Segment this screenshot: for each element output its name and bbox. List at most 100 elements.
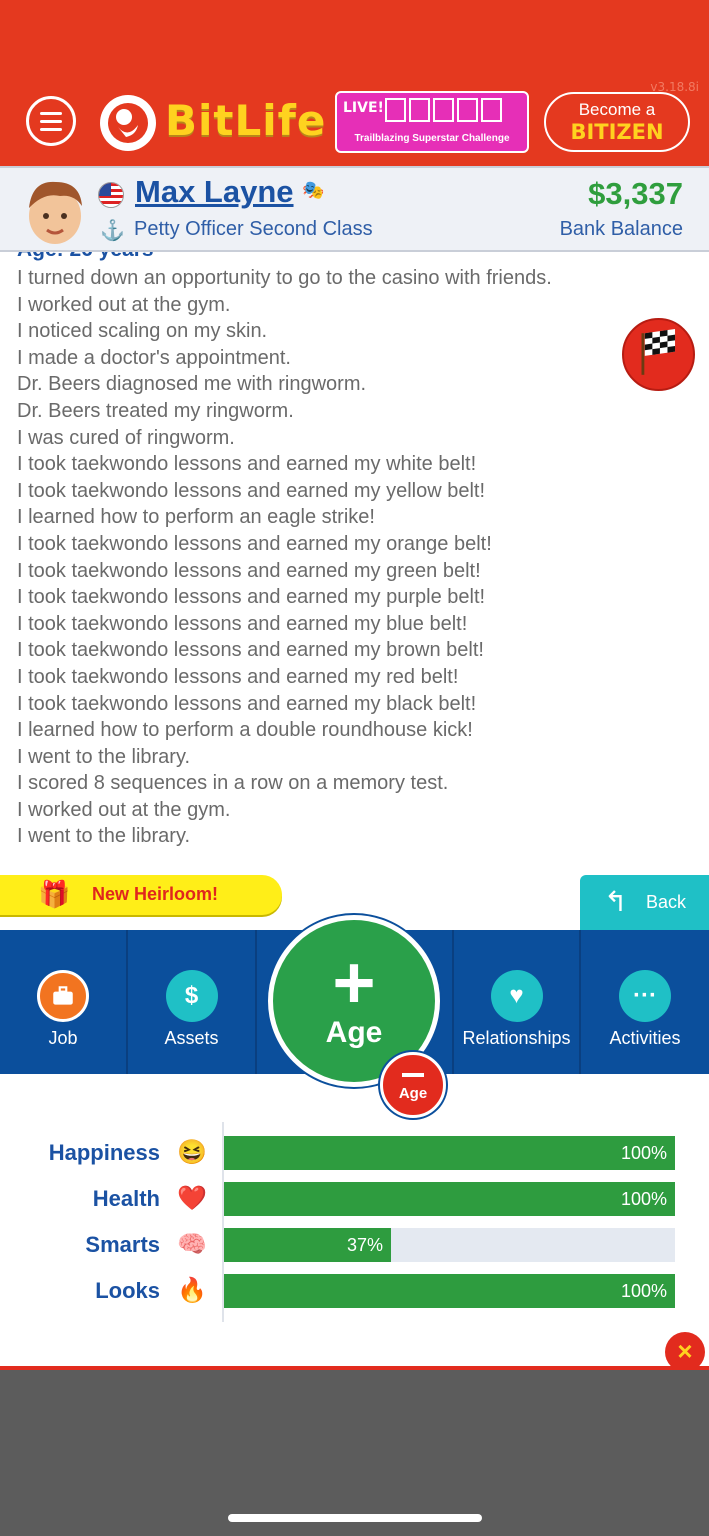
event-list: I turned down an opportunity to go to th…: [17, 265, 552, 850]
back-label: Back: [646, 892, 687, 912]
age-down-label: Age: [398, 1085, 428, 1102]
stat-label: Happiness: [48, 1140, 160, 1165]
stat-label: Looks: [95, 1278, 160, 1303]
stat-bar: 37%: [224, 1228, 675, 1262]
list-item: I took taekwondo lessons and earned my w…: [17, 453, 477, 476]
stat-bar-fill: [224, 1274, 675, 1308]
list-item: I took taekwondo lessons and earned my b…: [17, 612, 468, 635]
avatar[interactable]: [20, 174, 90, 248]
bank-balance-label: Bank Balance: [559, 218, 683, 240]
back-button[interactable]: ↰ Back: [580, 875, 709, 930]
stat-row-smarts: Smarts 🧠 37%: [0, 1228, 709, 1264]
nav-relationships-label: Relationships: [462, 1028, 571, 1048]
app-logo-text: BitLife: [165, 96, 327, 145]
nav-assets-button[interactable]: $ Assets: [128, 930, 257, 1074]
age-up-label: Age: [325, 1016, 383, 1049]
list-item: I took taekwondo lessons and earned my p…: [17, 586, 486, 609]
character-name[interactable]: Max Layne: [135, 174, 294, 210]
new-heirloom-button[interactable]: 🎁 New Heirloom!: [0, 875, 282, 915]
stat-row-happiness: Happiness 😆 100%: [0, 1136, 709, 1172]
challenge-box: [433, 98, 454, 122]
bitlife-logo-icon: [100, 95, 156, 151]
racing-flag-button[interactable]: [622, 318, 695, 391]
menu-line: [40, 111, 62, 115]
gift-icon: 🎁: [38, 879, 71, 909]
list-item: I learned how to perform an eagle strike…: [17, 506, 375, 529]
bank-balance: $3,337: [588, 176, 683, 211]
menu-line: [40, 119, 62, 123]
challenge-box: [385, 98, 406, 122]
menu-button[interactable]: [26, 96, 76, 146]
list-item: I took taekwondo lessons and earned my b…: [17, 639, 484, 662]
theater-mask-icon: 🎭: [302, 180, 325, 200]
nav-job-label: Job: [48, 1028, 78, 1048]
challenge-box: [481, 98, 502, 122]
stats-panel: Happiness 😆 100% Health ❤️ 100% Smarts 🧠…: [0, 1122, 709, 1322]
bitizen-top-label: Become a: [578, 100, 656, 119]
list-item: I took taekwondo lessons and earned my o…: [17, 532, 492, 555]
list-item: I took taekwondo lessons and earned my r…: [17, 665, 459, 688]
top-header: v3.18.8i BitLife LIVE! Trailblazing Supe…: [0, 0, 709, 166]
stat-percent: 100%: [620, 1143, 667, 1163]
list-item: I was cured of ringworm.: [17, 426, 235, 449]
list-item: I went to the library.: [17, 745, 191, 768]
heart-icon: ♥: [490, 970, 543, 1022]
nav-assets-label: Assets: [164, 1028, 219, 1048]
brain-icon: 🧠: [177, 1231, 207, 1258]
list-item: I made a doctor's appointment.: [17, 346, 291, 369]
live-challenge-button[interactable]: LIVE! Trailblazing Superstar Challenge: [335, 91, 529, 153]
stat-row-looks: Looks 🔥 100%: [0, 1274, 709, 1310]
list-item: I noticed scaling on my skin.: [17, 320, 268, 343]
character-info-bar: Max Layne 🎭 ⚓ Petty Officer Second Class…: [0, 166, 709, 252]
stat-bar: 100%: [224, 1274, 675, 1308]
back-arrow-icon: ↰: [604, 886, 628, 917]
list-item: I took taekwondo lessons and earned my b…: [17, 692, 477, 715]
fire-icon: 🔥: [177, 1277, 207, 1304]
nav-job-button[interactable]: Job: [0, 930, 128, 1074]
bitizen-bottom-label: BITIZEN: [570, 120, 664, 144]
stat-bar-fill: [224, 1136, 675, 1170]
list-item: I went to the library.: [17, 825, 191, 848]
laughing-face-icon: 😆: [177, 1139, 207, 1166]
stat-bar: 100%: [224, 1136, 675, 1170]
avatar-face-icon: [29, 181, 82, 244]
challenge-box: [457, 98, 478, 122]
event-log[interactable]: Age: 26 years I turned down an opportuni…: [0, 252, 709, 862]
nav-activities-label: Activities: [609, 1028, 681, 1048]
stat-bar-fill: [224, 1182, 675, 1216]
anchor-icon: ⚓: [100, 220, 125, 242]
list-item: Dr. Beers treated my ringworm.: [17, 399, 294, 422]
checkered-flag-icon: [641, 328, 676, 375]
character-job: Petty Officer Second Class: [134, 218, 373, 240]
stat-label: Smarts: [85, 1232, 160, 1257]
stat-percent: 37%: [346, 1235, 383, 1255]
list-item: Dr. Beers diagnosed me with ringworm.: [17, 373, 367, 396]
list-item: I learned how to perform a double roundh…: [17, 719, 473, 742]
become-bitizen-button[interactable]: Become a BITIZEN: [544, 92, 690, 152]
heart-icon: ❤️: [177, 1185, 207, 1212]
age-heading: Age: 26 years: [17, 252, 154, 262]
list-item: I took taekwondo lessons and earned my y…: [17, 479, 486, 502]
stat-bar: 100%: [224, 1182, 675, 1216]
list-item: I worked out at the gym.: [17, 798, 231, 821]
nav-relationships-button[interactable]: ♥ Relationships: [452, 930, 581, 1074]
age-down-button[interactable]: Age: [380, 1052, 446, 1118]
money-bag-icon: $: [165, 970, 218, 1022]
more-dots-icon: ···: [619, 970, 671, 1022]
list-item: I scored 8 sequences in a row on a memor…: [17, 772, 449, 795]
minus-icon: [402, 1073, 424, 1077]
plus-icon: +: [332, 941, 376, 1024]
challenge-box: [409, 98, 430, 122]
stat-percent: 100%: [620, 1189, 667, 1209]
us-flag-icon: [98, 182, 124, 208]
live-label: LIVE!: [343, 100, 384, 116]
stat-label: Health: [92, 1186, 160, 1211]
ad-banner-area: [0, 1366, 709, 1536]
list-item: I worked out at the gym.: [17, 293, 231, 316]
nav-activities-button[interactable]: ··· Activities: [581, 930, 709, 1074]
stat-percent: 100%: [620, 1281, 667, 1301]
challenge-name: Trailblazing Superstar Challenge: [354, 133, 510, 144]
home-indicator[interactable]: [228, 1514, 482, 1522]
heirloom-label: New Heirloom!: [92, 884, 219, 904]
list-item: I turned down an opportunity to go to th…: [17, 267, 552, 289]
